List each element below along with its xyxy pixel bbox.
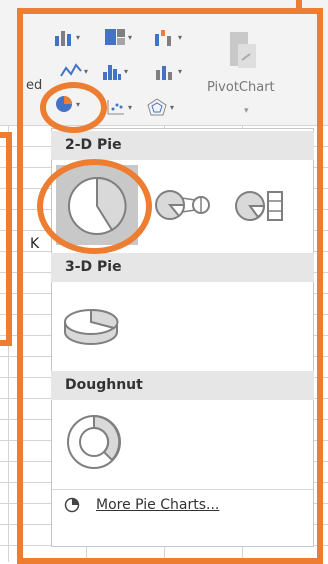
highlight-bracket-left: [0, 132, 12, 346]
highlight-frame-tab: [296, 0, 302, 12]
pie-option-highlight-ellipse: [37, 159, 152, 254]
pie-button-highlight-ellipse: [40, 82, 107, 133]
